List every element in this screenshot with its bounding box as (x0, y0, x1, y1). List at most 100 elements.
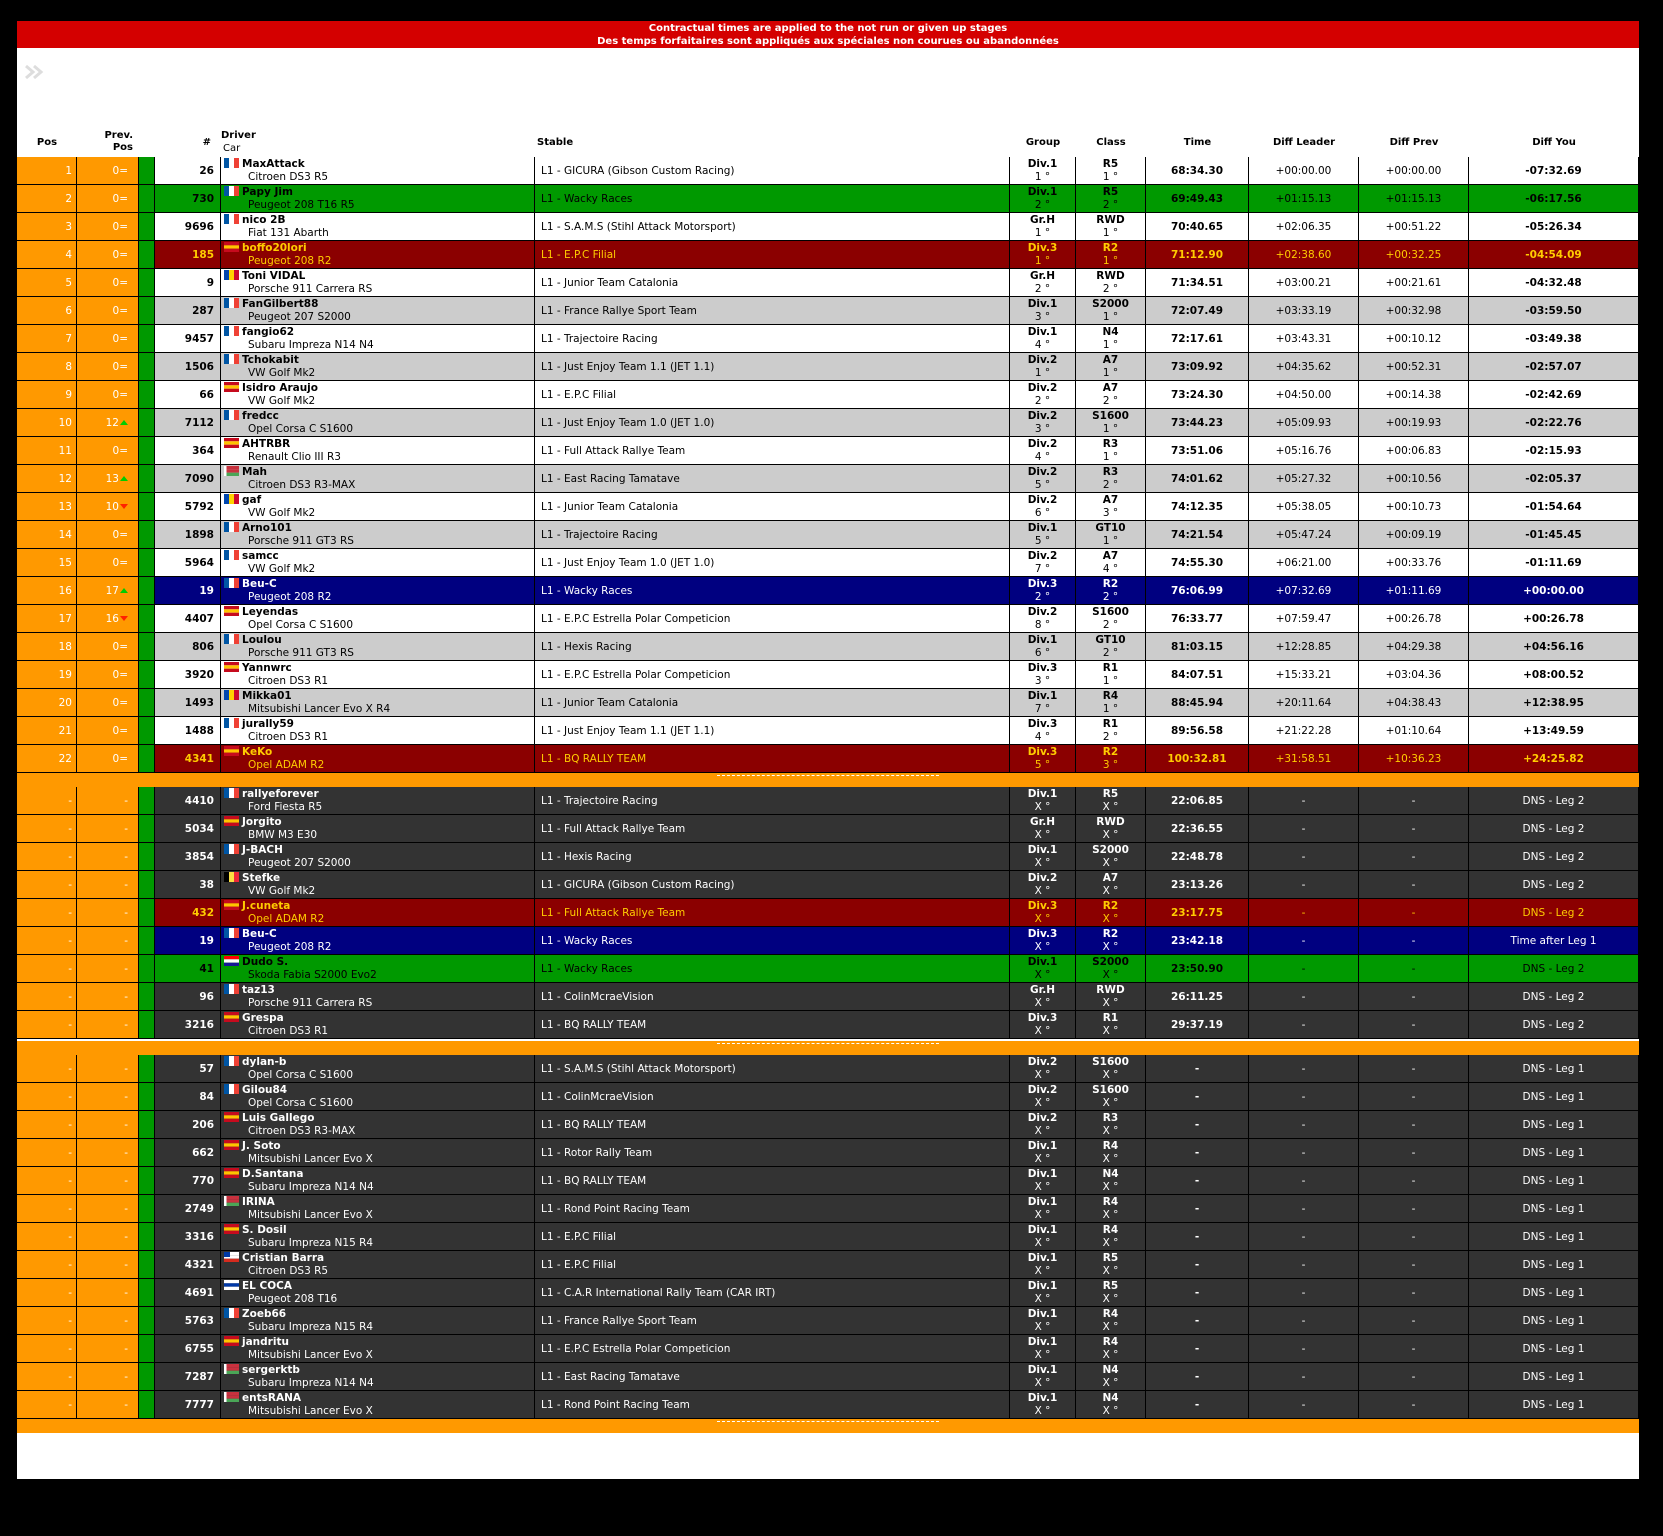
table-row[interactable]: - - 3316 S. Dosil Subaru Impreza N15 R4 L1 - … (17, 1223, 1639, 1251)
driver-cell[interactable]: gaf VW Golf Mk2 (221, 493, 535, 521)
table-row[interactable]: - - 662 J. Soto Mitsubishi Lancer Evo X L1 - … (17, 1139, 1639, 1167)
table-row[interactable]: - - 41 Dudo S. Skoda Fabia S2000 Evo2 L1 - Wa… (17, 955, 1639, 983)
driver-cell[interactable]: Dudo S. Skoda Fabia S2000 Evo2 (221, 955, 535, 983)
table-row[interactable]: - - 3854 J-BACH Peugeot 207 S2000 L1 - Hexis … (17, 843, 1639, 871)
table-row[interactable]: - - 57 dylan-b Opel Corsa C S1600 L1 - S.A.M.… (17, 1055, 1639, 1083)
table-row[interactable]: - - 5034 Jorgito BMW M3 E30 L1 - Full Attack … (17, 815, 1639, 843)
driver-cell[interactable]: entsRANA Mitsubishi Lancer Evo X (221, 1391, 535, 1419)
driver-cell[interactable]: fangio62 Subaru Impreza N14 N4 (221, 325, 535, 353)
table-row[interactable]: - - 3216 Grespa Citroen DS3 R1 L1 - BQ RALLY … (17, 1011, 1639, 1039)
header-stable[interactable]: Stable (535, 127, 835, 157)
header-group[interactable]: Group (1010, 127, 1076, 157)
driver-cell[interactable]: Beu-C Peugeot 208 R2 (221, 577, 535, 605)
driver-cell[interactable]: Grespa Citroen DS3 R1 (221, 1011, 535, 1039)
table-row[interactable]: 3 0= 9696 nico 2B Fiat 131 Abarth L1 - S.A.M.… (17, 213, 1639, 241)
table-row[interactable]: 5 0= 9 Toni VIDAL Porsche 911 Carrera RS L1 -… (17, 269, 1639, 297)
table-row[interactable]: 13 10 5792 gaf VW Golf Mk2 L1 - Junior Team C… (17, 493, 1639, 521)
driver-cell[interactable]: jurally59 Citroen DS3 R1 (221, 717, 535, 745)
table-row[interactable]: 16 17 19 Beu-C Peugeot 208 R2 L1 - Wacky Race… (17, 577, 1639, 605)
driver-cell[interactable]: Loulou Porsche 911 GT3 RS (221, 633, 535, 661)
table-row[interactable]: - - 5763 Zoeb66 Subaru Impreza N15 R4 L1 - Fr… (17, 1307, 1639, 1335)
header-diff-you[interactable]: Diff You (1469, 127, 1639, 157)
table-row[interactable]: 17 16 4407 Leyendas Opel Corsa C S1600 L1 - E… (17, 605, 1639, 633)
header-pos[interactable]: Pos (17, 127, 77, 157)
table-row[interactable]: 8 0= 1506 Tchokabit VW Golf Mk2 L1 - Just Enj… (17, 353, 1639, 381)
driver-cell[interactable]: Isidro Araujo VW Golf Mk2 (221, 381, 535, 409)
driver-cell[interactable]: AHTRBR Renault Clio III R3 (221, 437, 535, 465)
driver-cell[interactable]: samcc VW Golf Mk2 (221, 549, 535, 577)
header-diff-prev[interactable]: Diff Prev (1359, 127, 1469, 157)
header-driver-car[interactable]: Driver Car (221, 127, 521, 157)
header-number[interactable]: # (155, 127, 215, 157)
table-row[interactable]: - - 38 Stefke VW Golf Mk2 L1 - GICURA (Gibson… (17, 871, 1639, 899)
table-row[interactable]: 21 0= 1488 jurally59 Citroen DS3 R1 L1 - Just… (17, 717, 1639, 745)
table-row[interactable]: 10 12 7112 fredcc Opel Corsa C S1600 L1 - Jus… (17, 409, 1639, 437)
driver-cell[interactable]: J. Soto Mitsubishi Lancer Evo X (221, 1139, 535, 1167)
table-row[interactable]: 14 0= 1898 Arno101 Porsche 911 GT3 RS L1 - Tr… (17, 521, 1639, 549)
table-row[interactable]: 19 0= 3920 Yannwrc Citroen DS3 R1 L1 - E.P.C … (17, 661, 1639, 689)
table-row[interactable]: - - 6755 jandritu Mitsubishi Lancer Evo X L1 … (17, 1335, 1639, 1363)
table-row[interactable]: - - 770 D.Santana Subaru Impreza N14 N4 L1 - … (17, 1167, 1639, 1195)
driver-cell[interactable]: Papy Jim Peugeot 208 T16 R5 (221, 185, 535, 213)
driver-cell[interactable]: fredcc Opel Corsa C S1600 (221, 409, 535, 437)
driver-cell[interactable]: Mah Citroen DS3 R3-MAX (221, 465, 535, 493)
driver-cell[interactable]: S. Dosil Subaru Impreza N15 R4 (221, 1223, 535, 1251)
table-row[interactable]: - - 84 Gilou84 Opel Corsa C S1600 L1 - ColinM… (17, 1083, 1639, 1111)
driver-cell[interactable]: rallyeforever Ford Fiesta R5 (221, 787, 535, 815)
driver-cell[interactable]: Tchokabit VW Golf Mk2 (221, 353, 535, 381)
table-row[interactable]: 9 0= 66 Isidro Araujo VW Golf Mk2 L1 - E.P.C … (17, 381, 1639, 409)
table-row[interactable]: - - 4321 Cristian Barra Citroen DS3 R5 L1 - E… (17, 1251, 1639, 1279)
driver-cell[interactable]: boffo20lori Peugeot 208 R2 (221, 241, 535, 269)
driver-cell[interactable]: Zoeb66 Subaru Impreza N15 R4 (221, 1307, 535, 1335)
driver-cell[interactable]: Luis Gallego Citroen DS3 R3-MAX (221, 1111, 535, 1139)
header-time[interactable]: Time (1146, 127, 1249, 157)
driver-cell[interactable]: Yannwrc Citroen DS3 R1 (221, 661, 535, 689)
driver-cell[interactable]: J-BACH Peugeot 207 S2000 (221, 843, 535, 871)
header-prev-pos[interactable]: Prev. Pos (77, 127, 139, 157)
driver-cell[interactable]: sergerktb Subaru Impreza N14 N4 (221, 1363, 535, 1391)
driver-cell[interactable]: taz13 Porsche 911 Carrera RS (221, 983, 535, 1011)
table-row[interactable]: 1 0= 26 MaxAttack Citroen DS3 R5 L1 - GICURA … (17, 157, 1639, 185)
table-row[interactable]: 4 0= 185 boffo20lori Peugeot 208 R2 L1 - E.P.… (17, 241, 1639, 269)
table-row[interactable]: 20 0= 1493 Mikka01 Mitsubishi Lancer Evo X R… (17, 689, 1639, 717)
table-row[interactable]: 7 0= 9457 fangio62 Subaru Impreza N14 N4 L1 -… (17, 325, 1639, 353)
driver-cell[interactable]: Gilou84 Opel Corsa C S1600 (221, 1083, 535, 1111)
driver-cell[interactable]: D.Santana Subaru Impreza N14 N4 (221, 1167, 535, 1195)
driver-cell[interactable]: IRINA Mitsubishi Lancer Evo X (221, 1195, 535, 1223)
driver-cell[interactable]: nico 2B Fiat 131 Abarth (221, 213, 535, 241)
table-row[interactable]: - - 96 taz13 Porsche 911 Carrera RS L1 - Coli… (17, 983, 1639, 1011)
header-class[interactable]: Class (1076, 127, 1146, 157)
table-row[interactable]: 6 0= 287 FanGilbert88 Peugeot 207 S2000 L1 - … (17, 297, 1639, 325)
table-row[interactable]: - - 2749 IRINA Mitsubishi Lancer Evo X L1 - R… (17, 1195, 1639, 1223)
table-row[interactable]: 12 13 7090 Mah Citroen DS3 R3-MAX L1 - East R… (17, 465, 1639, 493)
driver-cell[interactable]: MaxAttack Citroen DS3 R5 (221, 157, 535, 185)
table-row[interactable]: - - 432 J.cuneta Opel ADAM R2 L1 - Full Attac… (17, 899, 1639, 927)
driver-cell[interactable]: J.cuneta Opel ADAM R2 (221, 899, 535, 927)
driver-cell[interactable]: Mikka01 Mitsubishi Lancer Evo X R4 (221, 689, 535, 717)
table-row[interactable]: - - 206 Luis Gallego Citroen DS3 R3-MAX L1 - … (17, 1111, 1639, 1139)
driver-cell[interactable]: FanGilbert88 Peugeot 207 S2000 (221, 297, 535, 325)
driver-cell[interactable]: KeKo Opel ADAM R2 (221, 745, 535, 773)
table-row[interactable]: - - 19 Beu-C Peugeot 208 R2 L1 - Wacky Races D… (17, 927, 1639, 955)
driver-cell[interactable]: Cristian Barra Citroen DS3 R5 (221, 1251, 535, 1279)
table-row[interactable]: - - 4691 EL COCA Peugeot 208 T16 L1 - C.A.R I… (17, 1279, 1639, 1307)
driver-cell[interactable]: EL COCA Peugeot 208 T16 (221, 1279, 535, 1307)
table-row[interactable]: - - 7777 entsRANA Mitsubishi Lancer Evo X L1 … (17, 1391, 1639, 1419)
table-row[interactable]: 11 0= 364 AHTRBR Renault Clio III R3 L1 - Ful… (17, 437, 1639, 465)
header-diff-leader[interactable]: Diff Leader (1249, 127, 1359, 157)
driver-cell[interactable]: Arno101 Porsche 911 GT3 RS (221, 521, 535, 549)
driver-cell[interactable]: Toni VIDAL Porsche 911 Carrera RS (221, 269, 535, 297)
double-chevron-right-icon[interactable] (23, 63, 47, 81)
table-row[interactable]: 18 0= 806 Loulou Porsche 911 GT3 RS L1 - Hexi… (17, 633, 1639, 661)
driver-cell[interactable]: dylan-b Opel Corsa C S1600 (221, 1055, 535, 1083)
table-row[interactable]: 2 0= 730 Papy Jim Peugeot 208 T16 R5 L1 - Wac… (17, 185, 1639, 213)
table-row[interactable]: - - 4410 rallyeforever Ford Fiesta R5 L1 - Tr… (17, 787, 1639, 815)
table-row[interactable]: - - 7287 sergerktb Subaru Impreza N14 N4 L1 -… (17, 1363, 1639, 1391)
table-row[interactable]: 22 0= 4341 KeKo Opel ADAM R2 L1 - BQ RALLY TE… (17, 745, 1639, 773)
driver-cell[interactable]: jandritu Mitsubishi Lancer Evo X (221, 1335, 535, 1363)
driver-cell[interactable]: Jorgito BMW M3 E30 (221, 815, 535, 843)
table-row[interactable]: 15 0= 5964 samcc VW Golf Mk2 L1 - Just Enjoy … (17, 549, 1639, 577)
driver-cell[interactable]: Stefke VW Golf Mk2 (221, 871, 535, 899)
driver-cell[interactable]: Leyendas Opel Corsa C S1600 (221, 605, 535, 633)
driver-cell[interactable]: Beu-C Peugeot 208 R2 (221, 927, 535, 955)
